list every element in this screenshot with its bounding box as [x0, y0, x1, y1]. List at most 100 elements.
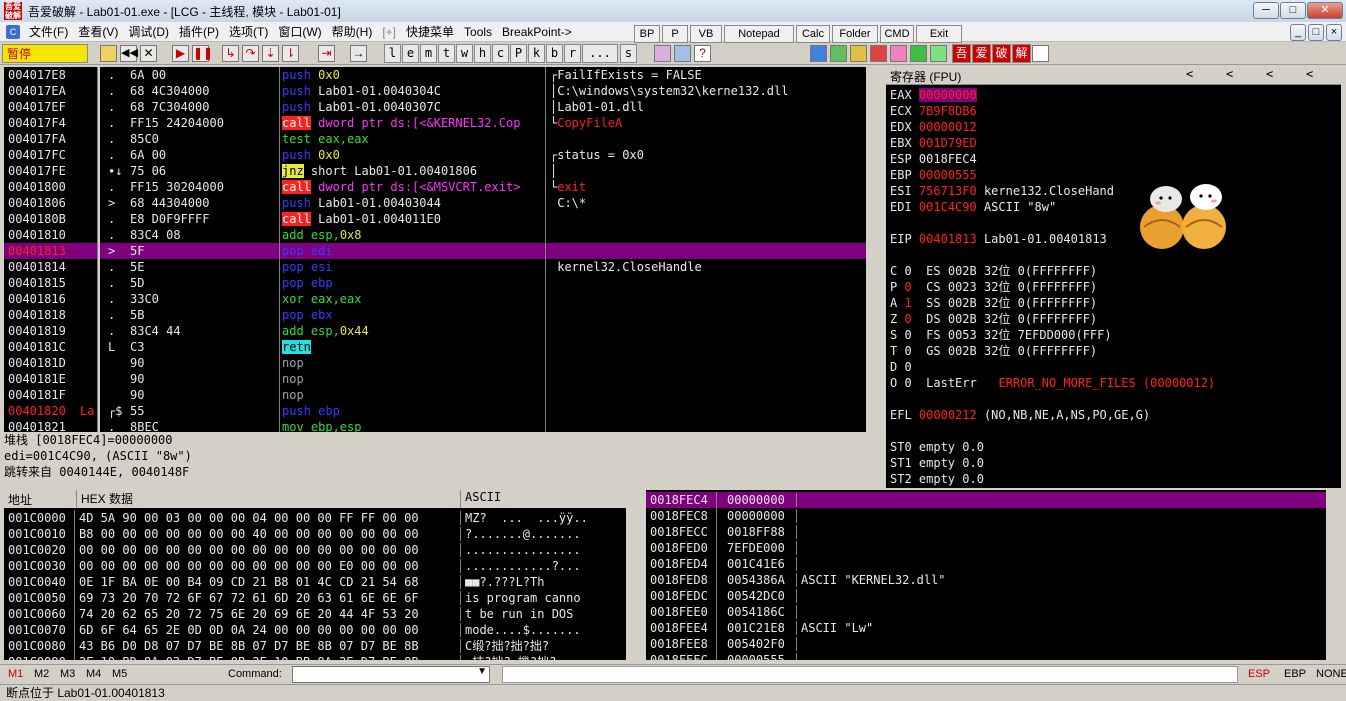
dump-row[interactable]: 001C0000 4D 5A 90 00 03 00 00 00 04 00 00… [4, 510, 626, 526]
cpu-address[interactable]: 00401813 [4, 243, 97, 259]
flag-row[interactable]: A 1 SS 002B 32位 0(FFFFFFFF) [890, 295, 1330, 311]
menu-breakpoint[interactable]: BreakPoint-> [497, 25, 577, 39]
cpu-hex-row[interactable]: . 68 4C304000 [100, 83, 279, 99]
fpu-register[interactable]: ST0 empty 0.0 [890, 439, 1330, 455]
comment-row[interactable] [546, 243, 866, 259]
stack-row[interactable]: 0018FEEC 00000555 [646, 652, 1326, 660]
stack-row[interactable]: 0018FEDC 00542DC0 [646, 588, 1326, 604]
mdi-close-button[interactable]: × [1326, 24, 1342, 41]
disasm-row[interactable]: push Lab01-01.00403044 [280, 195, 545, 211]
register-value[interactable]: 0018FEC4 [919, 152, 977, 166]
reg-nav-2[interactable]: < [1226, 67, 1233, 81]
disasm-row[interactable]: call dword ptr ds:[<&KERNEL32.Cop [280, 115, 545, 131]
cpu-address[interactable]: 00401820 La [4, 403, 97, 419]
cpu-comment-column[interactable]: ┌FailIfExists = FALSE │C:\windows\system3… [546, 67, 866, 432]
toolbar-window-button[interactable]: c [492, 44, 509, 63]
flag-value[interactable]: 0 [904, 344, 911, 358]
disasm-row[interactable]: push ebp [280, 403, 545, 419]
register-row[interactable]: EDX 00000012 [890, 119, 1330, 135]
comment-row[interactable] [546, 211, 866, 227]
toolbar-window-button[interactable]: b [546, 44, 563, 63]
stack-row[interactable]: 0018FED4 001C41E6 [646, 556, 1326, 572]
comment-row[interactable] [546, 275, 866, 291]
tab-m3[interactable]: M3 [60, 668, 75, 680]
disasm-row[interactable]: nop [280, 387, 545, 403]
flag-value[interactable]: 0 [904, 280, 911, 294]
flag-value[interactable]: 0 [904, 376, 911, 390]
minimize-button[interactable]: ─ [1253, 2, 1279, 19]
cpu-address-column[interactable]: 004017E8 004017EA 004017EF 004017F4 004017FA… [4, 67, 98, 432]
comment-row[interactable]: └CopyFileA [546, 115, 866, 131]
quick-bp-button[interactable]: BP [634, 25, 660, 43]
stack-row[interactable]: 0018FEC4 00000000 [646, 492, 1326, 508]
reg-nav-3[interactable]: < [1266, 67, 1273, 81]
toolbar-window-button[interactable]: l [384, 44, 401, 63]
cpu-hex-row[interactable]: . 8BEC [100, 419, 279, 432]
disasm-row[interactable]: mov ebp,esp [280, 419, 545, 432]
register-value[interactable]: 00000555 [919, 168, 977, 182]
disasm-row[interactable]: add esp,0x44 [280, 323, 545, 339]
toolbar-window-button[interactable]: h [474, 44, 491, 63]
menu-file[interactable]: 文件(F) [24, 23, 73, 40]
disasm-row[interactable]: test eax,eax [280, 131, 545, 147]
register-row[interactable]: ESP 0018FEC4 [890, 151, 1330, 167]
toolbar-window-button[interactable]: e [402, 44, 419, 63]
reg-nav-4[interactable]: < [1306, 67, 1313, 81]
flag-row[interactable]: Z 0 DS 002B 32位 0(FFFFFFFF) [890, 311, 1330, 327]
cpu-address[interactable]: 00401821 [4, 419, 97, 432]
disasm-row[interactable]: pop edi [280, 243, 545, 259]
window-list-icon[interactable] [654, 45, 671, 62]
cpu-hex-row[interactable]: . FF15 24204000 [100, 115, 279, 131]
plugin-d-icon[interactable] [890, 45, 907, 62]
comment-row[interactable] [546, 323, 866, 339]
cpu-hex-row[interactable]: . 6A 00 [100, 67, 279, 83]
menu-debug[interactable]: 调试(D) [123, 23, 174, 40]
dump-row[interactable]: 001C0030 00 00 00 00 00 00 00 00 00 00 00… [4, 558, 626, 574]
comment-row[interactable] [546, 355, 866, 371]
flag-value[interactable]: 0 [904, 312, 911, 326]
dump-row[interactable]: 001C0040 0E 1F BA 0E 00 B4 09 CD 21 B8 01… [4, 574, 626, 590]
menu-tools[interactable]: Tools [459, 25, 497, 39]
plugin-b-icon[interactable] [850, 45, 867, 62]
register-row[interactable]: EBP 00000555 [890, 167, 1330, 183]
comment-row[interactable] [546, 227, 866, 243]
register-value[interactable]: 00000012 [919, 120, 977, 134]
cpu-address[interactable]: 0040181C [4, 339, 97, 355]
disasm-row[interactable]: push Lab01-01.0040307C [280, 99, 545, 115]
dump-col-address[interactable]: 地址 [8, 491, 32, 508]
cpu-address[interactable]: 004017EA [4, 83, 97, 99]
cpu-hex-column[interactable]: . 6A 00. 68 4C304000. 68 7C304000. FF15 2420… [100, 67, 280, 432]
mdi-restore-button[interactable]: □ [1308, 24, 1324, 41]
cpu-hex-row[interactable]: . 85C0 [100, 131, 279, 147]
dump-row[interactable]: 001C0020 00 00 00 00 00 00 00 00 00 00 00… [4, 542, 626, 558]
dump-col-hex[interactable]: HEX 数据 [76, 490, 133, 508]
memory-dump-pane[interactable]: 地址 HEX 数据 ASCII 001C0000 4D 5A 90 00 03 0… [4, 490, 626, 660]
stack-pane[interactable]: 0018FEC4 00000000 0018FEC8 00000000 0018FECC… [646, 490, 1326, 660]
cpu-hex-row[interactable]: . E8 D0F9FFFF [100, 211, 279, 227]
quick-vb-button[interactable]: VB [690, 25, 722, 43]
fpu-register[interactable]: ST3 empty 0.0 [890, 487, 1330, 488]
stack-row[interactable]: 0018FECC 0018FF88 [646, 524, 1326, 540]
cpu-hex-row[interactable]: . 5E [100, 259, 279, 275]
plugin-c-icon[interactable] [870, 45, 887, 62]
cpu-address[interactable]: 0040180B [4, 211, 97, 227]
menu-shortcut[interactable]: 快捷菜单 [401, 23, 459, 40]
cpu-address[interactable]: 00401818 [4, 307, 97, 323]
cpu-hex-row[interactable]: ∙↓ 75 06 [100, 163, 279, 179]
register-row[interactable]: EDI 001C4C90 ASCII "8w" [890, 199, 1330, 215]
toolbar-window-button[interactable]: k [528, 44, 545, 63]
toolbar-window-button[interactable]: P [510, 44, 527, 63]
disasm-row[interactable]: push 0x0 [280, 67, 545, 83]
mdi-minimize-button[interactable]: _ [1290, 24, 1306, 41]
toolbar-window-button[interactable]: w [456, 44, 473, 63]
menu-plugins[interactable]: 插件(P) [174, 23, 224, 40]
quick-calc-button[interactable]: Calc [796, 25, 830, 43]
cpu-hex-row[interactable]: 90 [100, 371, 279, 387]
go-to-icon[interactable]: → [350, 45, 367, 62]
tab-m4[interactable]: M4 [86, 668, 101, 680]
stack-row[interactable]: 0018FEE0 0054186C [646, 604, 1326, 620]
cpu-hex-row[interactable]: . 68 7C304000 [100, 99, 279, 115]
brand-button[interactable]: 破 [992, 44, 1011, 63]
cpu-hex-row[interactable]: 90 [100, 387, 279, 403]
cpu-address[interactable]: 004017E8 [4, 67, 97, 83]
